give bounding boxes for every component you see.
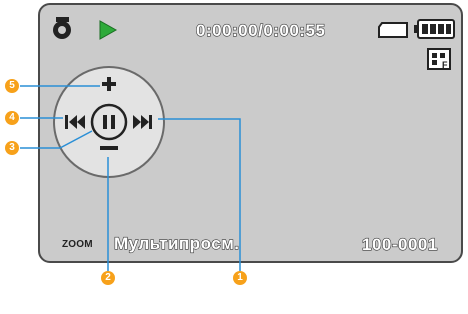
minus-icon[interactable] bbox=[100, 146, 118, 150]
mode-label: Мультипросм. bbox=[113, 233, 240, 253]
folder-file-number: 100-0001 bbox=[361, 234, 438, 254]
play-icon bbox=[99, 20, 118, 40]
zoom-label: ZOOM bbox=[62, 239, 93, 250]
playback-mode-icon bbox=[53, 17, 71, 39]
callout-3: 3 bbox=[5, 141, 19, 155]
memory-card-icon bbox=[378, 22, 408, 38]
callout-4: 4 bbox=[5, 111, 19, 125]
image-quality-icon: F bbox=[427, 48, 451, 70]
callout-5: 5 bbox=[5, 79, 19, 93]
svg-text:F: F bbox=[442, 60, 448, 70]
controls-layer: F bbox=[20, 17, 455, 272]
timecode: 0:00:00/0:00:55 bbox=[195, 20, 326, 40]
callout-1: 1 bbox=[233, 271, 247, 285]
pause-button[interactable] bbox=[90, 103, 128, 141]
battery-icon bbox=[414, 19, 455, 39]
callout-2: 2 bbox=[101, 271, 115, 285]
